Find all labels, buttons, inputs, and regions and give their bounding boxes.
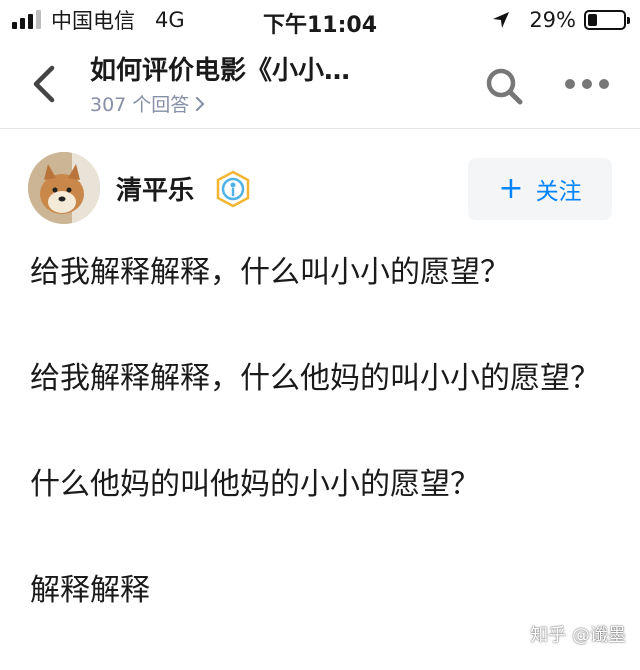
- answer-paragraph: 给我解释解释，什么他妈的叫小小的愿望？: [30, 352, 610, 406]
- watermark: 知乎 @谶墨: [530, 621, 626, 647]
- answer-count: 307 个回答: [90, 90, 189, 117]
- avatar[interactable]: [28, 152, 100, 224]
- follow-button[interactable]: + 关注: [468, 158, 612, 220]
- battery-icon: [584, 10, 626, 30]
- answer-paragraph: 解释解释: [30, 564, 610, 618]
- search-icon[interactable]: [484, 66, 524, 106]
- verified-badge-icon: [214, 170, 252, 208]
- chevron-right-icon: [195, 97, 205, 111]
- nav-bar: 如何评价电影《小小… 307 个回答: [0, 40, 640, 129]
- status-bar: 中国电信 4G 下午11:04 29%: [0, 0, 640, 40]
- chevron-left-icon[interactable]: [28, 62, 62, 106]
- answer-content: 给我解释解释，什么叫小小的愿望？ 给我解释解释，什么他妈的叫小小的愿望？ 什么他…: [30, 246, 610, 670]
- avatar-dog-image: [28, 152, 100, 224]
- battery-percent: 29%: [529, 8, 576, 32]
- answer-count-link[interactable]: 307 个回答: [90, 90, 205, 117]
- question-title[interactable]: 如何评价电影《小小…: [90, 50, 390, 87]
- answer-paragraph: 什么他妈的叫他妈的小小的愿望？: [30, 458, 610, 512]
- follow-label: 关注: [536, 172, 582, 206]
- more-icon[interactable]: [564, 78, 610, 90]
- author-name[interactable]: 清平乐: [116, 170, 194, 207]
- answer-paragraph: 给我解释解释，什么叫小小的愿望？: [30, 246, 610, 300]
- author-row: 清平乐 + 关注: [0, 150, 640, 226]
- location-arrow-icon: [491, 10, 511, 30]
- plus-icon: +: [498, 174, 523, 204]
- status-right: 29%: [491, 8, 626, 32]
